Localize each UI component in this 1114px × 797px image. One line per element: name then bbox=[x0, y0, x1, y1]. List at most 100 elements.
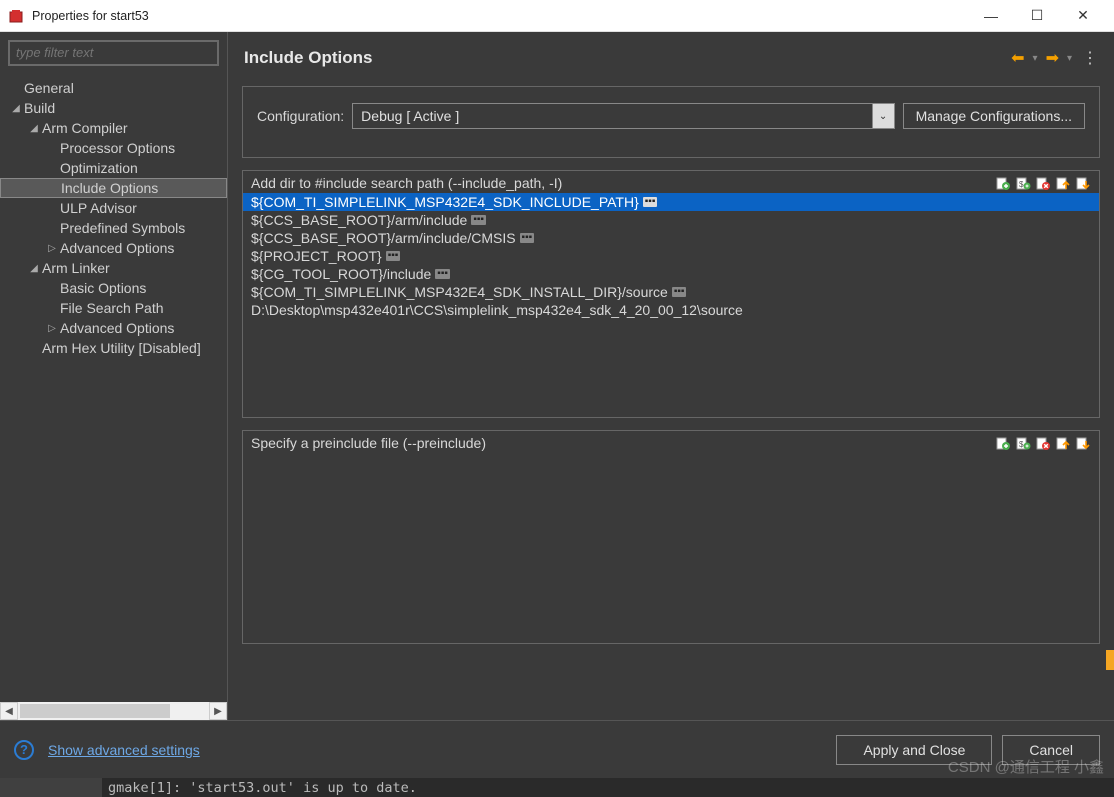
include-path-title: Add dir to #include search path (--inclu… bbox=[251, 175, 995, 191]
browse-badge-icon: ▪▪▪ bbox=[520, 233, 535, 243]
list-item-text: ${CG_TOOL_ROOT}/include bbox=[251, 266, 431, 282]
tree-item-label: Include Options bbox=[61, 180, 158, 196]
tree-item[interactable]: Predefined Symbols bbox=[0, 218, 227, 238]
list-item[interactable]: ${CCS_BASE_ROOT}/arm/include ▪▪▪ bbox=[243, 211, 1099, 229]
chevron-down-icon[interactable]: ⌄ bbox=[873, 103, 895, 129]
tree-item[interactable]: Optimization bbox=[0, 158, 227, 178]
edge-tab bbox=[1106, 650, 1114, 670]
dialog-footer: ? Show advanced settings Apply and Close… bbox=[0, 720, 1114, 778]
list-item-text: D:\Desktop\msp432e401r\CCS\simplelink_ms… bbox=[251, 302, 743, 318]
browse-badge-icon: ▪▪▪ bbox=[643, 197, 658, 207]
preinclude-panel: Specify a preinclude file (--preinclude)… bbox=[242, 430, 1100, 644]
list-item[interactable]: ${COM_TI_SIMPLELINK_MSP432E4_SDK_INSTALL… bbox=[243, 283, 1099, 301]
list-item-text: ${COM_TI_SIMPLELINK_MSP432E4_SDK_INCLUDE… bbox=[251, 194, 639, 210]
nav-tree: General◢Build◢Arm CompilerProcessor Opti… bbox=[0, 74, 227, 702]
configuration-value: Debug [ Active ] bbox=[352, 103, 872, 129]
svg-text:$: $ bbox=[1019, 440, 1024, 449]
close-button[interactable]: ✕ bbox=[1060, 0, 1106, 32]
list-item[interactable]: ${CCS_BASE_ROOT}/arm/include/CMSIS ▪▪▪ bbox=[243, 229, 1099, 247]
tree-item[interactable]: Processor Options bbox=[0, 138, 227, 158]
add-variable-icon[interactable]: $ bbox=[1015, 175, 1031, 191]
expand-arrow-icon[interactable]: ◢ bbox=[28, 263, 40, 274]
tree-item[interactable]: ◢Build bbox=[0, 98, 227, 118]
move-down-icon[interactable] bbox=[1075, 435, 1091, 451]
add-variable-icon[interactable]: $ bbox=[1015, 435, 1031, 451]
list-item-text: ${CCS_BASE_ROOT}/arm/include bbox=[251, 212, 467, 228]
expand-arrow-icon[interactable]: ▷ bbox=[46, 243, 58, 254]
nav-forward-menu[interactable]: ▾ bbox=[1067, 53, 1072, 64]
tree-item[interactable]: Include Options bbox=[0, 178, 227, 198]
help-icon[interactable]: ? bbox=[14, 740, 34, 760]
browse-badge-icon: ▪▪▪ bbox=[386, 251, 401, 261]
list-item[interactable]: ${PROJECT_ROOT} ▪▪▪ bbox=[243, 247, 1099, 265]
move-up-icon[interactable] bbox=[1055, 435, 1071, 451]
delete-icon[interactable] bbox=[1035, 175, 1051, 191]
minimize-button[interactable]: — bbox=[968, 0, 1014, 32]
add-icon[interactable] bbox=[995, 175, 1011, 191]
tree-item[interactable]: ◢Arm Linker bbox=[0, 258, 227, 278]
browse-badge-icon: ▪▪▪ bbox=[435, 269, 450, 279]
tree-item-label: Arm Hex Utility [Disabled] bbox=[42, 340, 201, 356]
move-down-icon[interactable] bbox=[1075, 175, 1091, 191]
list-item-text: ${PROJECT_ROOT} bbox=[251, 248, 382, 264]
add-icon[interactable] bbox=[995, 435, 1011, 451]
tree-item[interactable]: ▷Advanced Options bbox=[0, 318, 227, 338]
preinclude-list[interactable] bbox=[243, 453, 1099, 643]
view-menu-icon[interactable]: ⋮ bbox=[1082, 48, 1098, 68]
configuration-select[interactable]: Debug [ Active ] ⌄ bbox=[352, 103, 894, 129]
sidebar-scrollbar[interactable]: ◀ ▶ bbox=[0, 702, 227, 720]
tree-item-label: General bbox=[24, 80, 74, 96]
console-gutter bbox=[0, 778, 102, 797]
move-up-icon[interactable] bbox=[1055, 175, 1071, 191]
expand-arrow-icon[interactable]: ▷ bbox=[46, 323, 58, 334]
apply-close-button[interactable]: Apply and Close bbox=[836, 735, 992, 765]
configuration-group: Configuration: Debug [ Active ] ⌄ Manage… bbox=[242, 86, 1100, 158]
app-icon bbox=[8, 8, 24, 24]
cancel-button[interactable]: Cancel bbox=[1002, 735, 1100, 765]
list-item-text: ${COM_TI_SIMPLELINK_MSP432E4_SDK_INSTALL… bbox=[251, 284, 668, 300]
tree-item-label: Processor Options bbox=[60, 140, 175, 156]
list-item-text: ${CCS_BASE_ROOT}/arm/include/CMSIS bbox=[251, 230, 516, 246]
tree-item[interactable]: General bbox=[0, 78, 227, 98]
browse-badge-icon: ▪▪▪ bbox=[471, 215, 486, 225]
tree-item[interactable]: Arm Hex Utility [Disabled] bbox=[0, 338, 227, 358]
tree-item[interactable]: ◢Arm Compiler bbox=[0, 118, 227, 138]
preinclude-title: Specify a preinclude file (--preinclude) bbox=[251, 435, 995, 451]
list-item[interactable]: ${COM_TI_SIMPLELINK_MSP432E4_SDK_INCLUDE… bbox=[243, 193, 1099, 211]
delete-icon[interactable] bbox=[1035, 435, 1051, 451]
sidebar: General◢Build◢Arm CompilerProcessor Opti… bbox=[0, 32, 228, 720]
list-item[interactable]: D:\Desktop\msp432e401r\CCS\simplelink_ms… bbox=[243, 301, 1099, 319]
main-header: Include Options ⬅ ▾ ➡ ▾ ⋮ bbox=[228, 32, 1114, 80]
console-text: gmake[1]: 'start53.out' is up to date. bbox=[102, 780, 417, 796]
scroll-thumb[interactable] bbox=[20, 704, 170, 718]
tree-item-label: Advanced Options bbox=[60, 240, 174, 256]
tree-item[interactable]: ULP Advisor bbox=[0, 198, 227, 218]
nav-back-menu[interactable]: ▾ bbox=[1033, 53, 1038, 64]
include-path-panel: Add dir to #include search path (--inclu… bbox=[242, 170, 1100, 418]
configuration-label: Configuration: bbox=[257, 108, 344, 124]
tree-item[interactable]: Basic Options bbox=[0, 278, 227, 298]
scroll-right-button[interactable]: ▶ bbox=[209, 702, 227, 720]
page-title: Include Options bbox=[244, 48, 1005, 68]
tree-item[interactable]: ▷Advanced Options bbox=[0, 238, 227, 258]
filter-input[interactable] bbox=[16, 45, 211, 60]
show-advanced-link[interactable]: Show advanced settings bbox=[48, 742, 200, 758]
maximize-button[interactable]: ☐ bbox=[1014, 0, 1060, 32]
tree-item-label: Advanced Options bbox=[60, 320, 174, 336]
main-panel: Include Options ⬅ ▾ ➡ ▾ ⋮ Configuration:… bbox=[228, 32, 1114, 720]
include-path-list[interactable]: ${COM_TI_SIMPLELINK_MSP432E4_SDK_INCLUDE… bbox=[243, 193, 1099, 417]
tree-item-label: File Search Path bbox=[60, 300, 164, 316]
tree-item[interactable]: File Search Path bbox=[0, 298, 227, 318]
nav-back-icon[interactable]: ⬅ bbox=[1007, 46, 1028, 70]
filter-box[interactable] bbox=[8, 40, 219, 66]
console-strip: gmake[1]: 'start53.out' is up to date. bbox=[0, 778, 1114, 797]
expand-arrow-icon[interactable]: ◢ bbox=[28, 123, 40, 134]
tree-item-label: Arm Compiler bbox=[42, 120, 128, 136]
expand-arrow-icon[interactable]: ◢ bbox=[10, 103, 22, 114]
window-title: Properties for start53 bbox=[32, 9, 968, 23]
list-item[interactable]: ${CG_TOOL_ROOT}/include ▪▪▪ bbox=[243, 265, 1099, 283]
nav-forward-icon[interactable]: ➡ bbox=[1042, 46, 1063, 70]
tree-item-label: ULP Advisor bbox=[60, 200, 137, 216]
scroll-left-button[interactable]: ◀ bbox=[0, 702, 18, 720]
manage-configurations-button[interactable]: Manage Configurations... bbox=[903, 103, 1085, 129]
